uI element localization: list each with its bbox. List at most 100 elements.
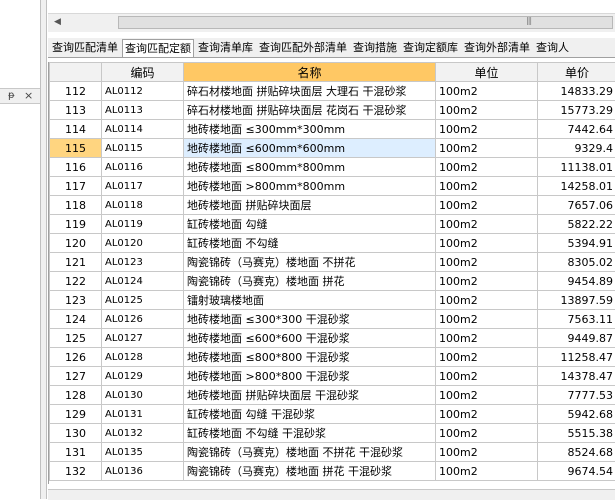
row-index[interactable]: 132 (50, 462, 102, 481)
row-unit[interactable]: 100m2 (436, 196, 538, 215)
table-row[interactable]: 130AL0132缸砖楼地面 不勾缝 干混砂浆100m25515.38 (50, 424, 615, 443)
tab-6[interactable]: 查询外部清单 (462, 38, 532, 57)
column-header-unit[interactable]: 单位 (436, 63, 538, 82)
row-index[interactable]: 113 (50, 101, 102, 120)
table-row[interactable]: 121AL0123陶瓷锦砖（马赛克）楼地面 不拼花100m28305.02 (50, 253, 615, 272)
table-row[interactable]: 122AL0124陶瓷锦砖（马赛克）楼地面 拼花100m29454.89 (50, 272, 615, 291)
row-name[interactable]: 陶瓷锦砖（马赛克）楼地面 拼花 干混砂浆 (184, 462, 436, 481)
tab-2[interactable]: 查询清单库 (196, 38, 255, 57)
row-unit[interactable]: 100m2 (436, 443, 538, 462)
row-unit[interactable]: 100m2 (436, 215, 538, 234)
row-index[interactable]: 123 (50, 291, 102, 310)
row-price[interactable]: 5942.68 (538, 405, 615, 424)
row-code[interactable]: AL0136 (102, 462, 184, 481)
row-name[interactable]: 陶瓷锦砖（马赛克）楼地面 不拼花 干混砂浆 (184, 443, 436, 462)
row-index[interactable]: 125 (50, 329, 102, 348)
row-price[interactable]: 13897.59 (538, 291, 615, 310)
row-code[interactable]: AL0124 (102, 272, 184, 291)
row-index[interactable]: 129 (50, 405, 102, 424)
table-row[interactable]: 124AL0126地砖楼地面 ≤300*300 干混砂浆100m27563.11 (50, 310, 615, 329)
table-row[interactable]: 131AL0135陶瓷锦砖（马赛克）楼地面 不拼花 干混砂浆100m28524.… (50, 443, 615, 462)
row-unit[interactable]: 100m2 (436, 291, 538, 310)
row-code[interactable]: AL0114 (102, 120, 184, 139)
row-index[interactable]: 130 (50, 424, 102, 443)
row-price[interactable]: 8305.02 (538, 253, 615, 272)
row-unit[interactable]: 100m2 (436, 405, 538, 424)
row-index[interactable]: 126 (50, 348, 102, 367)
row-name[interactable]: 地砖楼地面 ≤800mm*800mm (184, 158, 436, 177)
row-code[interactable]: AL0127 (102, 329, 184, 348)
row-code[interactable]: AL0115 (102, 139, 184, 158)
table-row[interactable]: 118AL0118地砖楼地面 拼贴碎块面层100m27657.06 (50, 196, 615, 215)
tab-1[interactable]: 查询匹配定额 (122, 39, 194, 58)
row-price[interactable]: 11258.47 (538, 348, 615, 367)
row-name[interactable]: 地砖楼地面 拼贴碎块面层 (184, 196, 436, 215)
row-price[interactable]: 15773.29 (538, 101, 615, 120)
row-price[interactable]: 5822.22 (538, 215, 615, 234)
row-name[interactable]: 地砖楼地面 >800mm*800mm (184, 177, 436, 196)
row-index[interactable]: 116 (50, 158, 102, 177)
row-unit[interactable]: 100m2 (436, 348, 538, 367)
row-name[interactable]: 地砖楼地面 拼贴碎块面层 干混砂浆 (184, 386, 436, 405)
row-price[interactable]: 7777.53 (538, 386, 615, 405)
row-unit[interactable]: 100m2 (436, 272, 538, 291)
row-index[interactable]: 120 (50, 234, 102, 253)
table-row[interactable]: 119AL0119缸砖楼地面 勾缝100m25822.22 (50, 215, 615, 234)
row-index[interactable]: 127 (50, 367, 102, 386)
row-unit[interactable]: 100m2 (436, 329, 538, 348)
row-price[interactable]: 9329.4 (538, 139, 615, 158)
column-header-index[interactable] (50, 63, 102, 82)
row-code[interactable]: AL0118 (102, 196, 184, 215)
row-index[interactable]: 112 (50, 82, 102, 101)
row-index[interactable]: 114 (50, 120, 102, 139)
row-code[interactable]: AL0117 (102, 177, 184, 196)
table-row[interactable]: 120AL0120缸砖楼地面 不勾缝100m25394.91 (50, 234, 615, 253)
row-code[interactable]: AL0126 (102, 310, 184, 329)
row-code[interactable]: AL0119 (102, 215, 184, 234)
row-unit[interactable]: 100m2 (436, 120, 538, 139)
horizontal-scrollbar[interactable]: ◀ ||| (48, 13, 615, 32)
row-name[interactable]: 缸砖楼地面 勾缝 (184, 215, 436, 234)
splitter[interactable] (40, 0, 47, 499)
row-code[interactable]: AL0129 (102, 367, 184, 386)
row-index[interactable]: 115 (50, 139, 102, 158)
row-name[interactable]: 地砖楼地面 >800*800 干混砂浆 (184, 367, 436, 386)
pin-icon[interactable]: ᵽ (8, 89, 15, 103)
scroll-left-icon[interactable]: ◀ (51, 16, 64, 29)
row-code[interactable]: AL0132 (102, 424, 184, 443)
scrollbar-thumb[interactable] (118, 16, 613, 29)
row-unit[interactable]: 100m2 (436, 101, 538, 120)
row-code[interactable]: AL0112 (102, 82, 184, 101)
row-code[interactable]: AL0120 (102, 234, 184, 253)
row-index[interactable]: 121 (50, 253, 102, 272)
column-header-name[interactable]: 名称 (184, 63, 436, 82)
row-index[interactable]: 128 (50, 386, 102, 405)
tab-4[interactable]: 查询措施 (351, 38, 399, 57)
table-row[interactable]: 123AL0125镭射玻璃楼地面100m213897.59 (50, 291, 615, 310)
table-row[interactable]: 128AL0130地砖楼地面 拼贴碎块面层 干混砂浆100m27777.53 (50, 386, 615, 405)
row-price[interactable]: 7442.64 (538, 120, 615, 139)
row-name[interactable]: 镭射玻璃楼地面 (184, 291, 436, 310)
table-row[interactable]: 117AL0117地砖楼地面 >800mm*800mm100m214258.01 (50, 177, 615, 196)
row-name[interactable]: 缸砖楼地面 不勾缝 干混砂浆 (184, 424, 436, 443)
row-unit[interactable]: 100m2 (436, 386, 538, 405)
row-name[interactable]: 陶瓷锦砖（马赛克）楼地面 不拼花 (184, 253, 436, 272)
row-code[interactable]: AL0123 (102, 253, 184, 272)
table-row[interactable]: 112AL0112碎石材楼地面 拼贴碎块面层 大理石 干混砂浆100m21483… (50, 82, 615, 101)
row-unit[interactable]: 100m2 (436, 177, 538, 196)
tab-7[interactable]: 查询人 (534, 38, 571, 57)
row-index[interactable]: 117 (50, 177, 102, 196)
table-row[interactable]: 129AL0131缸砖楼地面 勾缝 干混砂浆100m25942.68 (50, 405, 615, 424)
row-index[interactable]: 124 (50, 310, 102, 329)
table-row[interactable]: 125AL0127地砖楼地面 ≤600*600 干混砂浆100m29449.87 (50, 329, 615, 348)
row-price[interactable]: 9454.89 (538, 272, 615, 291)
tab-3[interactable]: 查询匹配外部清单 (257, 38, 349, 57)
row-price[interactable]: 14258.01 (538, 177, 615, 196)
tab-5[interactable]: 查询定额库 (401, 38, 460, 57)
row-code[interactable]: AL0113 (102, 101, 184, 120)
column-header-price[interactable]: 单价 (538, 63, 615, 82)
column-header-code[interactable]: 编码 (102, 63, 184, 82)
row-unit[interactable]: 100m2 (436, 139, 538, 158)
row-index[interactable]: 131 (50, 443, 102, 462)
row-price[interactable]: 9674.54 (538, 462, 615, 481)
